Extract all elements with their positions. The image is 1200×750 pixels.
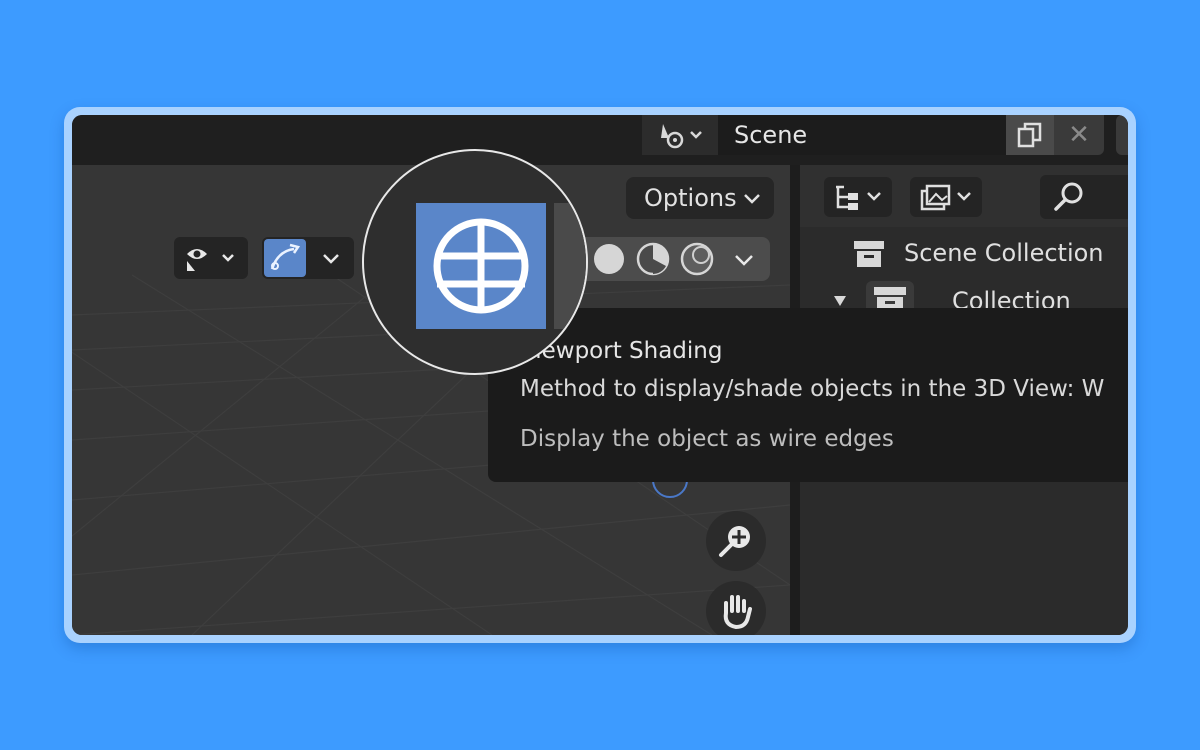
outliner-header — [800, 165, 1128, 227]
blender-window: Scene ✕ Options Scene Collection Collect… — [72, 115, 1128, 635]
tooltip-detail: Display the object as wire edges — [520, 426, 894, 452]
zoom-in-icon[interactable] — [706, 511, 766, 571]
disclosure-triangle-icon[interactable] — [832, 293, 848, 309]
scene-edge — [1116, 115, 1128, 155]
outliner-display-mode-icon[interactable] — [824, 177, 892, 217]
visibility-dropdown[interactable] — [174, 237, 248, 279]
gizmo-toggle[interactable] — [262, 237, 354, 279]
chevron-down-icon — [744, 194, 760, 204]
magnifier-callout — [362, 149, 588, 375]
shading-buttons — [562, 237, 770, 281]
rendered-shading-icon[interactable] — [676, 237, 718, 281]
tooltip-description: Method to display/shade objects in the 3… — [520, 376, 1105, 402]
outliner-filter-icon[interactable] — [910, 177, 982, 217]
gizmo-icon[interactable] — [264, 239, 306, 277]
chevron-down-icon[interactable] — [730, 249, 758, 271]
scene-type-dropdown[interactable] — [642, 115, 718, 155]
collection-icon — [854, 241, 884, 267]
eye-visibility-icon — [187, 249, 234, 271]
options-dropdown[interactable]: Options — [626, 177, 774, 219]
outliner-item-scene-collection[interactable]: Scene Collection — [904, 239, 1104, 267]
solid-shading-icon[interactable] — [588, 237, 630, 281]
wireframe-shading-icon[interactable] — [416, 203, 546, 329]
scene-selector[interactable]: Scene ✕ — [642, 115, 1104, 155]
options-label: Options — [644, 184, 737, 212]
hand-pan-icon[interactable] — [706, 581, 766, 635]
search-icon — [1054, 182, 1083, 211]
chevron-down-icon[interactable] — [318, 247, 344, 269]
top-bar: Scene ✕ — [72, 115, 1128, 165]
shading-tooltip: Viewport Shading Method to display/shade… — [488, 308, 1128, 482]
outliner-search-field[interactable] — [1040, 175, 1128, 219]
scene-name-field[interactable]: Scene — [718, 115, 1006, 155]
scene-data-icon — [661, 124, 702, 149]
solid-shading-edge — [554, 203, 586, 329]
copy-scene-icon[interactable] — [1006, 115, 1054, 155]
material-preview-icon[interactable] — [632, 237, 674, 281]
close-icon[interactable]: ✕ — [1054, 115, 1104, 155]
